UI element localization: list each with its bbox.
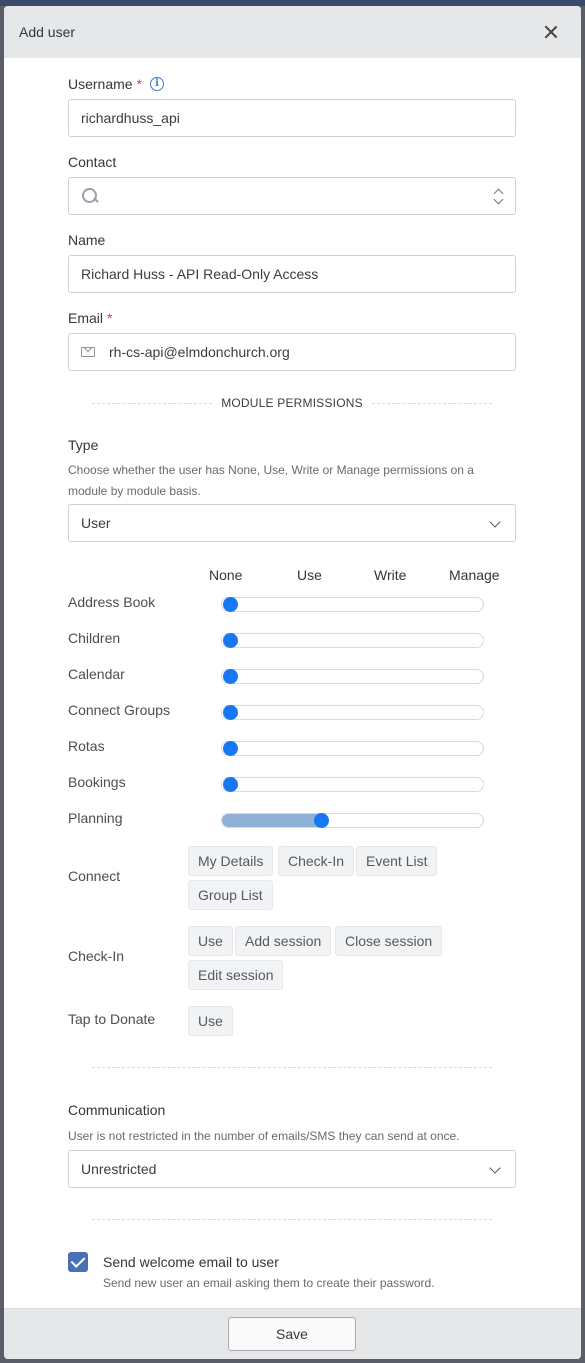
- search-icon: [81, 187, 99, 205]
- permission-module-label: Children: [68, 630, 121, 646]
- chevron-down-icon: [489, 1162, 501, 1174]
- communication-label: Communication: [68, 1102, 166, 1118]
- modal-header: Add user: [4, 6, 581, 58]
- permission-slider-thumb[interactable]: [223, 741, 238, 756]
- permission-slider[interactable]: [221, 813, 484, 828]
- level-manage-heading: Manage: [449, 567, 500, 583]
- welcome-email-checkbox[interactable]: [68, 1252, 88, 1272]
- type-help-text: Choose whether the user has None, Use, W…: [68, 463, 474, 498]
- permission-slider-thumb[interactable]: [314, 813, 330, 828]
- chevron-down-icon: [489, 516, 501, 528]
- name-input[interactable]: Richard Huss - API Read-Only Access: [68, 255, 516, 293]
- name-label: Name: [68, 232, 106, 248]
- username-label-row: Username * i: [68, 76, 516, 92]
- permission-module-label: Connect Groups: [68, 702, 170, 718]
- permission-module-label: Rotas: [68, 738, 105, 754]
- chip-event-list[interactable]: Event List: [356, 846, 438, 876]
- chip-add-session[interactable]: Add session: [235, 926, 332, 956]
- name-value: Richard Huss - API Read-Only Access: [81, 266, 319, 282]
- chip-check-in[interactable]: Check-In: [278, 846, 355, 876]
- modal-title: Add user: [19, 24, 76, 40]
- checkin-label: Check-In: [68, 948, 125, 964]
- close-icon[interactable]: [541, 22, 561, 42]
- divider: [92, 1219, 492, 1220]
- modal-footer: Save: [4, 1308, 581, 1359]
- permission-slider[interactable]: [221, 777, 484, 792]
- permission-slider[interactable]: [221, 597, 484, 612]
- chip-group-list[interactable]: Group List: [188, 880, 273, 910]
- chip-my-details[interactable]: My Details: [188, 846, 274, 876]
- required-mark: *: [136, 76, 143, 92]
- module-permissions-heading: MODULE PERMISSIONS: [221, 396, 363, 410]
- permission-row: Rotas: [68, 738, 488, 758]
- email-label: Email: [68, 310, 104, 326]
- communication-value: Unrestricted: [81, 1161, 157, 1177]
- type-label: Type: [68, 437, 99, 453]
- permission-row: Bookings: [68, 774, 488, 794]
- communication-help-text: User is not restricted in the number of …: [68, 1129, 460, 1143]
- contact-search-select[interactable]: [68, 177, 516, 215]
- communication-label-row: Communication: [68, 1102, 516, 1118]
- username-value: richardhuss_api: [81, 110, 180, 126]
- type-select[interactable]: User: [68, 504, 516, 542]
- permission-module-label: Bookings: [68, 774, 126, 790]
- welcome-email-label[interactable]: Send welcome email to user: [103, 1254, 279, 1270]
- permission-module-label: Planning: [68, 810, 123, 826]
- chip-tap-use[interactable]: Use: [188, 1006, 233, 1036]
- level-use-heading: Use: [297, 567, 322, 583]
- type-value: User: [81, 515, 111, 531]
- communication-select[interactable]: Unrestricted: [68, 1150, 516, 1188]
- permission-slider-thumb[interactable]: [223, 633, 238, 648]
- type-label-row: Type: [68, 437, 516, 453]
- tap-to-donate-label: Tap to Donate: [68, 1011, 156, 1027]
- username-label: Username: [68, 76, 133, 92]
- permission-slider-thumb[interactable]: [223, 597, 238, 612]
- divider: [92, 1067, 492, 1068]
- email-input[interactable]: rh-cs-api@elmdonchurch.org: [68, 333, 516, 371]
- connect-label: Connect: [68, 868, 121, 884]
- chip-close-session[interactable]: Close session: [335, 926, 443, 956]
- level-write-heading: Write: [374, 567, 407, 583]
- permission-slider-fill: [222, 814, 326, 827]
- permission-row: Calendar: [68, 666, 488, 686]
- level-none-heading: None: [209, 567, 243, 583]
- up-down-chevron-icon: [493, 187, 503, 207]
- permission-slider-thumb[interactable]: [223, 669, 238, 684]
- chip-use[interactable]: Use: [188, 926, 233, 956]
- required-mark: *: [107, 310, 113, 326]
- info-icon[interactable]: i: [150, 77, 165, 91]
- permission-slider[interactable]: [221, 633, 484, 648]
- permission-module-label: Address Book: [68, 594, 156, 610]
- permission-row: Planning: [68, 810, 488, 830]
- welcome-email-help: Send new user an email asking them to cr…: [103, 1276, 435, 1290]
- chip-edit-session[interactable]: Edit session: [188, 960, 284, 990]
- permission-slider[interactable]: [221, 705, 484, 720]
- permission-slider-thumb[interactable]: [223, 705, 238, 720]
- username-input[interactable]: richardhuss_api: [68, 99, 516, 137]
- permission-row: Children: [68, 630, 488, 650]
- divider: [372, 403, 492, 404]
- divider: [92, 403, 212, 404]
- contact-label-row: Contact: [68, 154, 516, 170]
- permission-row: Address Book: [68, 594, 488, 614]
- permission-slider-thumb[interactable]: [223, 777, 238, 792]
- mail-icon: [81, 347, 95, 357]
- permission-row: Connect Groups: [68, 702, 488, 722]
- save-button[interactable]: Save: [228, 1317, 356, 1351]
- name-label-row: Name: [68, 232, 516, 248]
- email-label-row: Email *: [68, 310, 516, 326]
- contact-label: Contact: [68, 154, 117, 170]
- add-user-modal: Add user Username * i richardhuss_api Co…: [4, 6, 581, 1359]
- permission-slider[interactable]: [221, 741, 484, 756]
- email-value: rh-cs-api@elmdonchurch.org: [109, 344, 290, 360]
- permission-module-label: Calendar: [68, 666, 125, 682]
- permission-slider[interactable]: [221, 669, 484, 684]
